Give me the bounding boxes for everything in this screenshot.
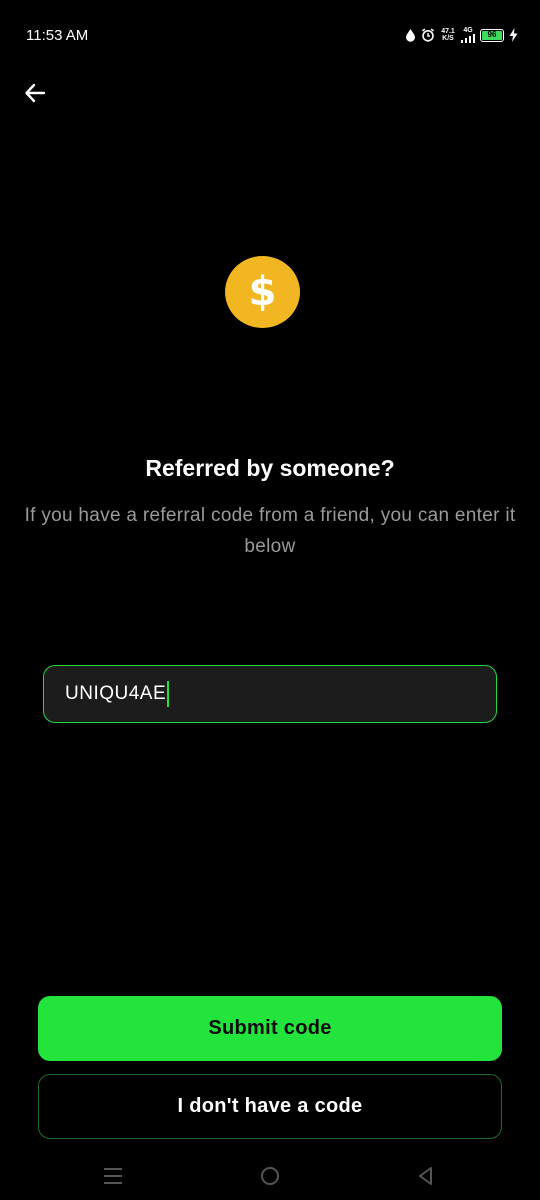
page-subtitle: If you have a referral code from a frien… bbox=[24, 505, 516, 557]
status-icons: 47.1 K/S 4G 96 bbox=[405, 25, 518, 45]
battery-level: 96 bbox=[482, 30, 502, 40]
dollar-coin-icon: $ bbox=[225, 256, 300, 328]
referral-code-value: UNIQU4AE bbox=[65, 683, 167, 704]
back-triangle-icon[interactable] bbox=[414, 1164, 438, 1188]
net-speed-value: 47.1 bbox=[441, 28, 455, 35]
arrow-left-icon bbox=[23, 81, 47, 110]
net-speed-unit: K/S bbox=[442, 35, 454, 42]
no-code-button[interactable]: I don't have a code bbox=[38, 1074, 502, 1139]
alarm-icon bbox=[421, 28, 435, 42]
network-type: 4G bbox=[463, 27, 473, 34]
charging-icon bbox=[509, 28, 518, 42]
referral-code-field[interactable]: UNIQU4AE bbox=[43, 665, 497, 723]
text-caret bbox=[167, 681, 170, 707]
signal-icon bbox=[461, 34, 475, 43]
status-time: 11:53 AM bbox=[26, 27, 89, 44]
network-indicator: 4G bbox=[461, 27, 475, 43]
home-icon[interactable] bbox=[258, 1164, 282, 1188]
battery-icon: 96 bbox=[480, 28, 504, 42]
dollar-symbol: $ bbox=[248, 269, 277, 315]
back-button[interactable] bbox=[18, 78, 52, 112]
water-drop-icon bbox=[405, 28, 416, 42]
system-nav-bar bbox=[0, 1150, 540, 1200]
menu-icon[interactable] bbox=[101, 1164, 125, 1188]
status-bar: 11:53 AM 47.1 K/S 4G 96 bbox=[0, 0, 540, 70]
submit-code-button[interactable]: Submit code bbox=[38, 996, 502, 1061]
page-title: Referred by someone? bbox=[145, 455, 395, 481]
net-speed: 47.1 K/S bbox=[440, 28, 456, 42]
